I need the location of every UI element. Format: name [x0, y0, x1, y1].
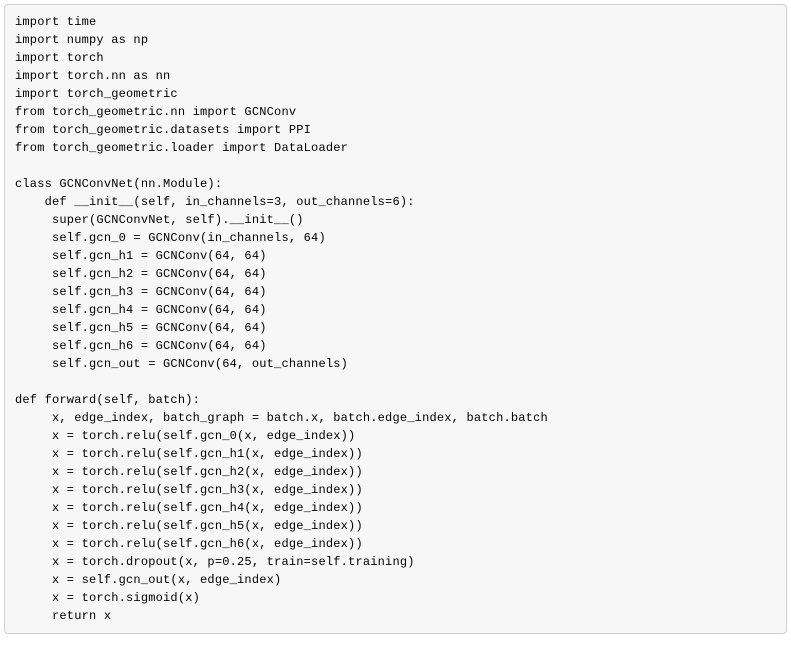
code-line: self.gcn_out = GCNConv(64, out_channels)	[15, 355, 776, 373]
code-line: x = torch.sigmoid(x)	[15, 589, 776, 607]
blank-line	[15, 157, 776, 175]
code-line: self.gcn_h3 = GCNConv(64, 64)	[15, 283, 776, 301]
code-line: import torch_geometric	[15, 85, 776, 103]
code-line: def forward(self, batch):	[15, 391, 776, 409]
code-line: from torch_geometric.datasets import PPI	[15, 121, 776, 139]
code-line: x = torch.relu(self.gcn_h1(x, edge_index…	[15, 445, 776, 463]
code-line: x, edge_index, batch_graph = batch.x, ba…	[15, 409, 776, 427]
code-line: from torch_geometric.nn import GCNConv	[15, 103, 776, 121]
code-line: x = torch.relu(self.gcn_h6(x, edge_index…	[15, 535, 776, 553]
blank-line	[15, 373, 776, 391]
code-line: x = torch.relu(self.gcn_0(x, edge_index)…	[15, 427, 776, 445]
code-line: self.gcn_0 = GCNConv(in_channels, 64)	[15, 229, 776, 247]
code-line: self.gcn_h1 = GCNConv(64, 64)	[15, 247, 776, 265]
code-line: self.gcn_h2 = GCNConv(64, 64)	[15, 265, 776, 283]
code-line: def __init__(self, in_channels=3, out_ch…	[15, 193, 776, 211]
code-line: from torch_geometric.loader import DataL…	[15, 139, 776, 157]
code-line: x = torch.relu(self.gcn_h3(x, edge_index…	[15, 481, 776, 499]
code-line: import numpy as np	[15, 31, 776, 49]
code-line: self.gcn_h6 = GCNConv(64, 64)	[15, 337, 776, 355]
code-block: import time import numpy as np import to…	[4, 4, 787, 634]
code-line: import time	[15, 13, 776, 31]
code-line: super(GCNConvNet, self).__init__()	[15, 211, 776, 229]
code-line: return x	[15, 607, 776, 625]
code-line: x = torch.dropout(x, p=0.25, train=self.…	[15, 553, 776, 571]
code-line: x = torch.relu(self.gcn_h2(x, edge_index…	[15, 463, 776, 481]
code-line: import torch.nn as nn	[15, 67, 776, 85]
code-line: import torch	[15, 49, 776, 67]
code-line: x = torch.relu(self.gcn_h4(x, edge_index…	[15, 499, 776, 517]
code-line: self.gcn_h4 = GCNConv(64, 64)	[15, 301, 776, 319]
code-line: class GCNConvNet(nn.Module):	[15, 175, 776, 193]
code-line: self.gcn_h5 = GCNConv(64, 64)	[15, 319, 776, 337]
code-line: x = torch.relu(self.gcn_h5(x, edge_index…	[15, 517, 776, 535]
code-line: x = self.gcn_out(x, edge_index)	[15, 571, 776, 589]
